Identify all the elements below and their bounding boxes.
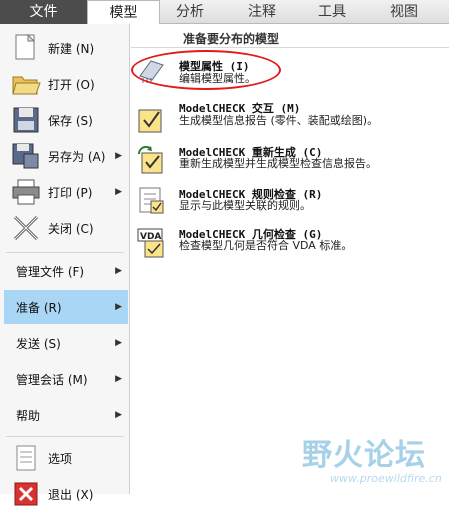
menu-item-label: 打印 (P) [48,185,93,200]
menu-item-modelcheck-geometry-check[interactable]: VDA ModelCHECK 几何检查 (G) 检查模型几何是否符合 VDA 标… [131,226,449,262]
menu-item-manage-files[interactable]: 管理文件 (F) ▶ [4,254,128,288]
menu-item-save[interactable]: 保存 (S) [4,102,128,138]
menu-item-modelcheck-regenerate[interactable]: ModelCHECK 重新生成 (C) 重新生成模型并生成模型检查信息报告。 [131,144,449,180]
modelcheck-geometry-check-icon: VDA [137,228,165,258]
menu-item-label: 发送 (S) [16,336,61,351]
tab-model[interactable]: 模型 [87,0,160,25]
file-menu-left-pane: 新建 (N) 打开 (O) 保存 (S) 另存为 (A) ▶ 打印 (P) ▶ … [0,24,130,506]
menu-divider [6,252,124,253]
menu-item-help[interactable]: 帮助 ▶ [4,398,128,432]
exit-icon [10,478,42,510]
submenu-arrow-icon: ▶ [115,302,122,312]
modelcheck-regenerate-icon [137,145,165,174]
modelcheck-rule-check-icon [137,186,165,214]
submenu-arrow-icon: ▶ [115,338,122,348]
submenu-arrow-icon: ▶ [115,374,122,384]
menu-item-label: 打开 (O) [48,77,95,92]
submenu-arrow-icon: ▶ [115,151,122,161]
menu-item-modelcheck-interactive[interactable]: ModelCHECK 交互 (M) 生成模型信息报告 (零件、装配或绘图)。 [131,100,449,148]
menu-item-save-as[interactable]: 另存为 (A) ▶ [4,138,128,174]
tab-view[interactable]: 视图 [372,0,436,24]
open-folder-icon [10,68,42,100]
menu-item-label: 准备 (R) [16,300,62,315]
menu-item-label: 管理文件 (F) [16,264,85,279]
menu-item-label: 退出 (X) [48,487,94,502]
tab-annotate[interactable]: 注释 [232,0,292,24]
watermark-url: www.proewildfire.cn [330,472,442,485]
tab-file[interactable]: 文件 [0,0,87,24]
modelcheck-interactive-icon [137,106,165,134]
item-description: 检查模型几何是否符合 VDA 标准。 [179,239,353,252]
menu-item-send[interactable]: 发送 (S) ▶ [4,326,128,360]
ribbon-tab-bar: 文件 模型 分析 注释 工具 视图 [0,0,449,25]
red-annotation-ring [131,50,281,90]
item-description: 显示与此模型关联的规则。 [179,199,311,212]
menu-item-label: 管理会话 (M) [16,372,88,387]
tab-analysis[interactable]: 分析 [160,0,220,24]
printer-icon [10,176,42,208]
new-file-icon [10,32,42,64]
menu-item-label: 另存为 (A) [48,149,106,164]
menu-item-label: 选项 [48,451,73,466]
menu-item-label: 关闭 (C) [48,221,94,236]
menu-item-options[interactable]: 选项 [4,440,128,476]
menu-item-new[interactable]: 新建 (N) [4,30,128,66]
panel-header: 准备要分布的模型 [131,30,449,48]
prepare-submenu-panel: 准备要分布的模型 模型属性 (I) 编辑模型属性。 ModelCHECK 交互 … [131,24,449,494]
menu-item-label: 新建 (N) [48,41,95,56]
item-description: 重新生成模型并生成模型检查信息报告。 [179,157,377,170]
menu-divider [6,436,124,437]
menu-item-manage-session[interactable]: 管理会话 (M) ▶ [4,362,128,396]
menu-item-exit[interactable]: 退出 (X) [4,476,128,512]
submenu-arrow-icon: ▶ [115,410,122,420]
submenu-arrow-icon: ▶ [115,187,122,197]
menu-item-open[interactable]: 打开 (O) [4,66,128,102]
item-description: 生成模型信息报告 (零件、装配或绘图)。 [179,114,379,127]
save-disk-icon [10,104,42,136]
menu-item-modelcheck-rule-check[interactable]: ModelCHECK 规则检查 (R) 显示与此模型关联的规则。 [131,184,449,220]
menu-item-prepare[interactable]: 准备 (R) ▶ [4,290,128,324]
save-as-icon [10,140,42,172]
menu-item-close[interactable]: 关闭 (C) [4,210,128,246]
menu-item-label: 保存 (S) [48,113,93,128]
options-icon [10,442,42,474]
submenu-arrow-icon: ▶ [115,266,122,276]
tab-tools[interactable]: 工具 [302,0,362,24]
close-x-icon [10,212,42,244]
menu-item-label: 帮助 [16,408,41,423]
watermark-logo-text: 野火论坛 [302,438,426,473]
menu-item-print[interactable]: 打印 (P) ▶ [4,174,128,210]
